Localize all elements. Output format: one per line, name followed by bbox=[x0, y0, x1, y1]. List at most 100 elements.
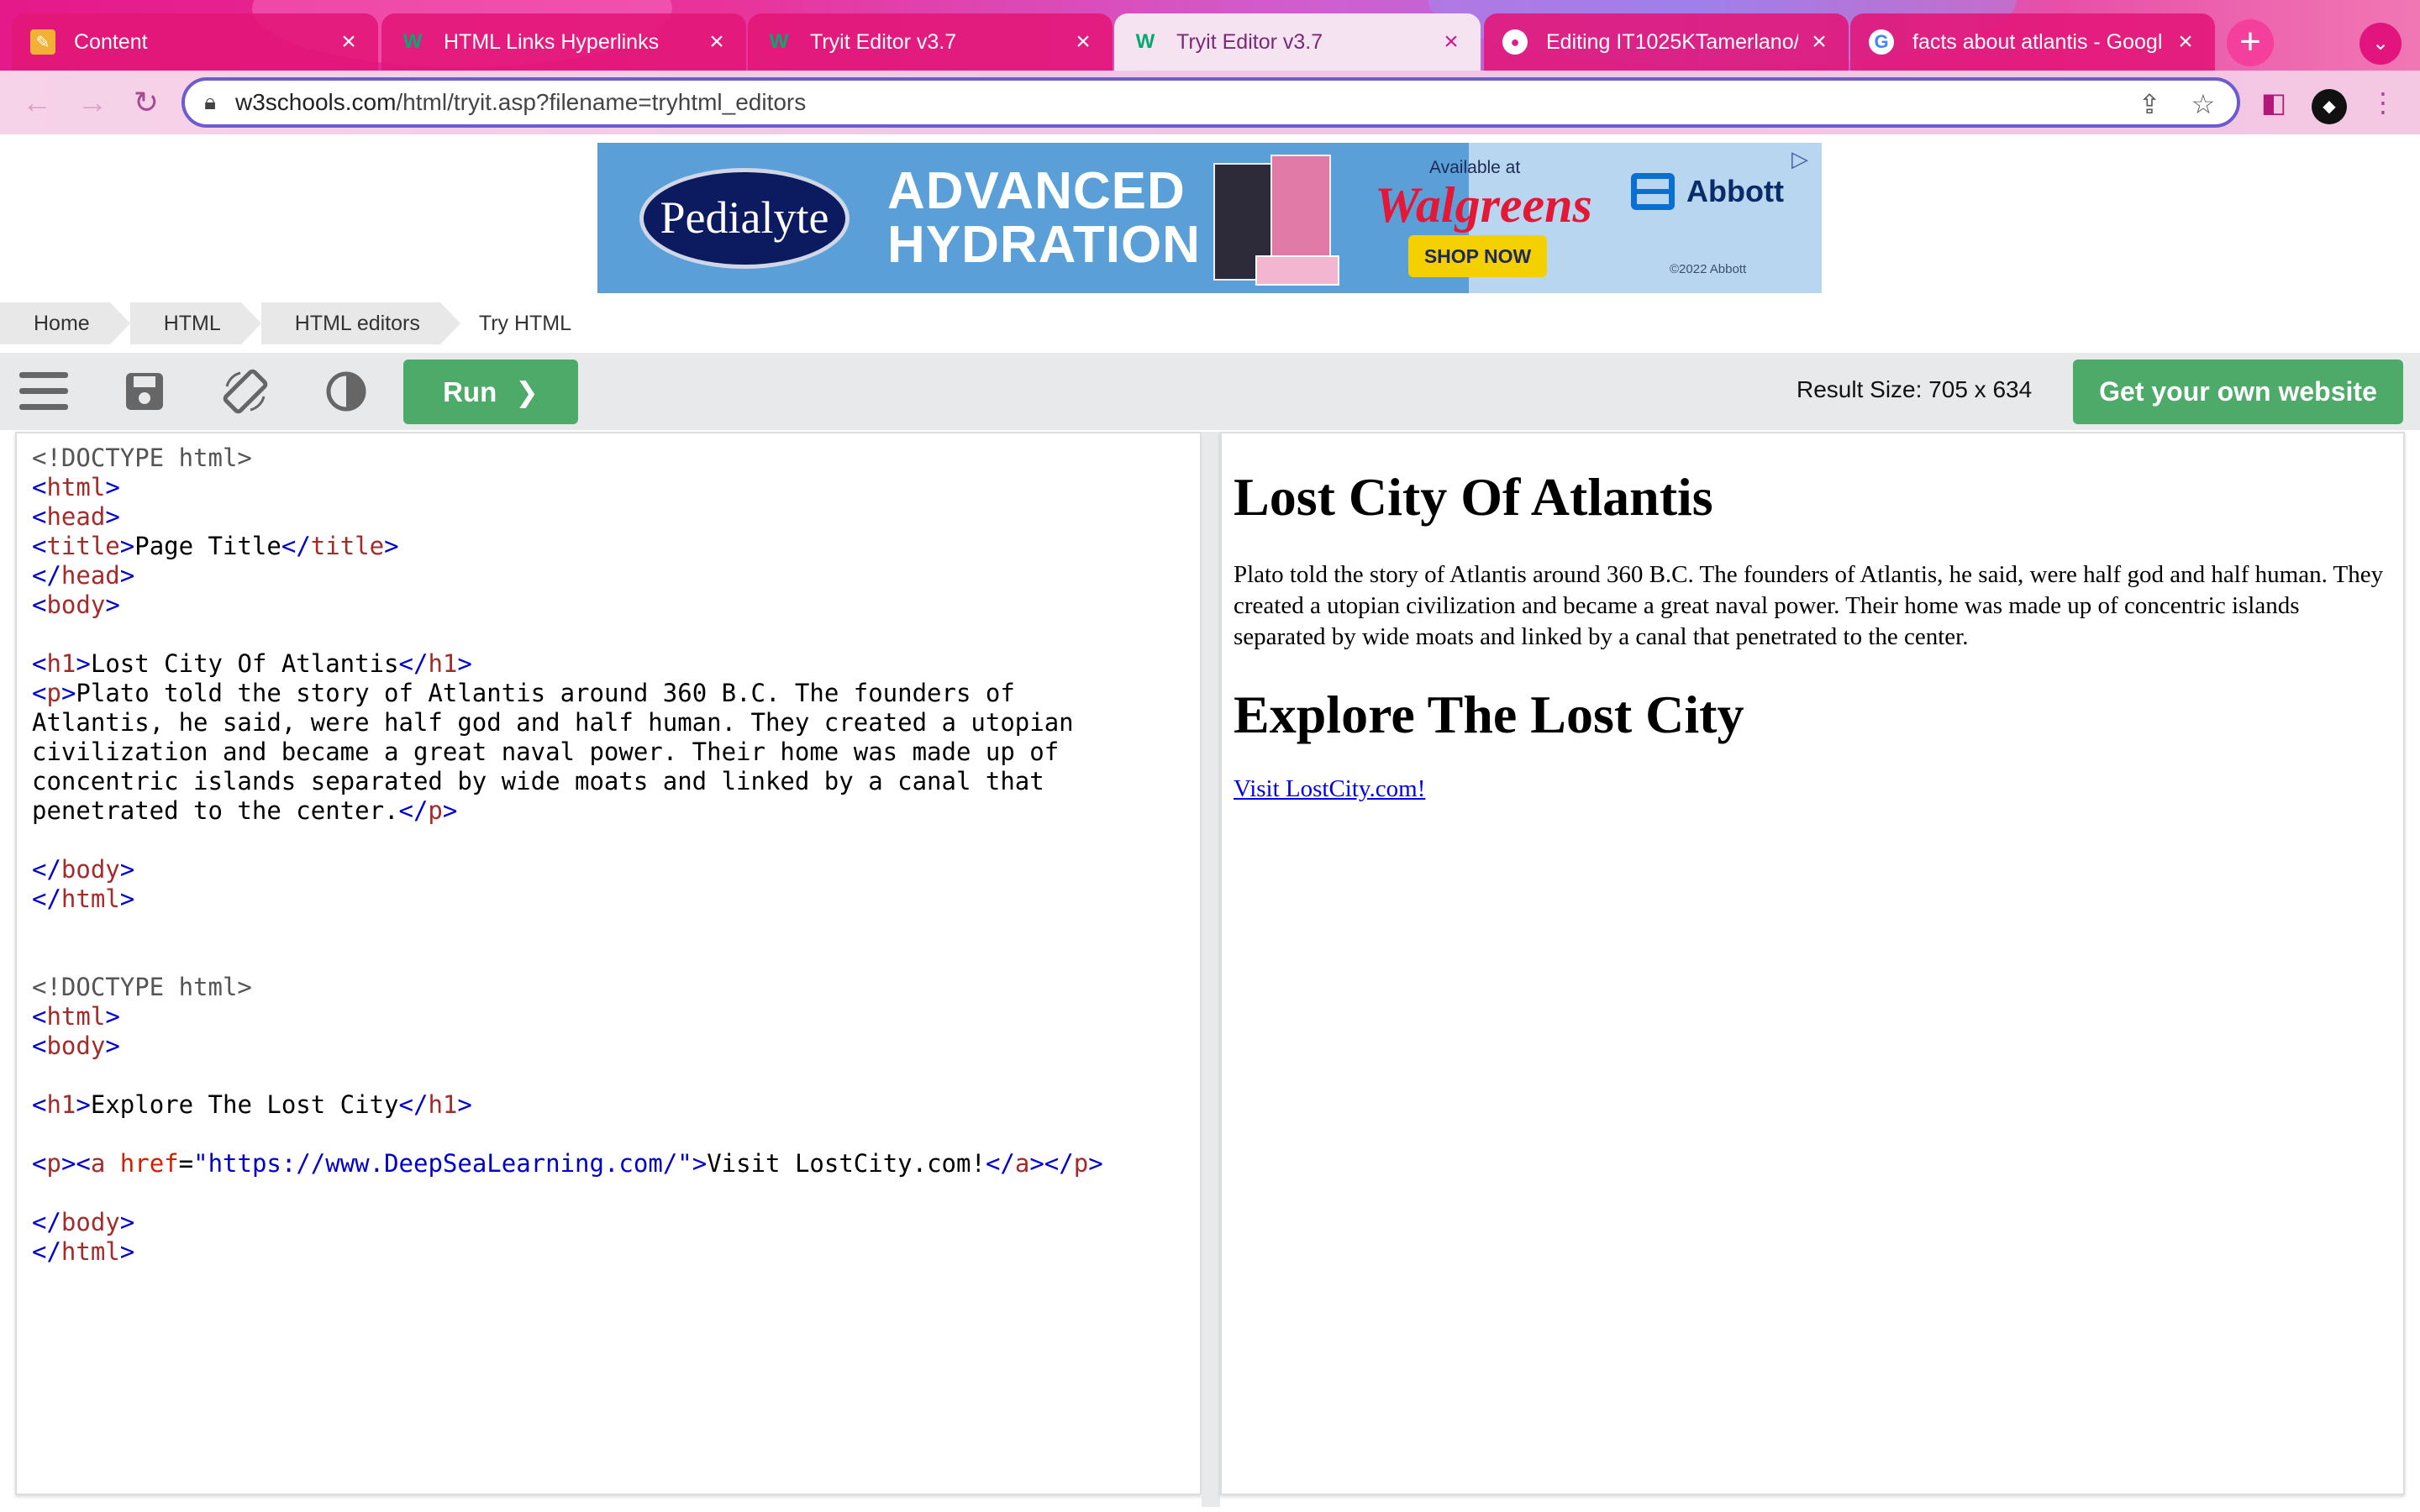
tab-github[interactable]: ● Editing IT1025KTamerlano/i × bbox=[1484, 13, 1849, 71]
url-path: /html/tryit.asp?filename=tryhtml_editors bbox=[396, 89, 807, 115]
breadcrumb-html[interactable]: HTML bbox=[129, 302, 261, 344]
ad-sponsor-logo: Abbott bbox=[1631, 173, 1784, 210]
address-bar[interactable]: 🔒︎ w3schools.com/html/tryit.asp?filename… bbox=[182, 77, 2240, 128]
code-token: </ bbox=[32, 1237, 61, 1266]
code-token: </ bbox=[281, 532, 311, 560]
code-line[interactable] bbox=[32, 914, 1103, 943]
close-icon[interactable]: × bbox=[1439, 29, 1464, 55]
code-token: html bbox=[60, 1237, 120, 1266]
adchoices-icon[interactable]: ▷ bbox=[1791, 146, 1808, 172]
close-icon[interactable]: × bbox=[1071, 29, 1096, 55]
code-line[interactable]: <!DOCTYPE html> bbox=[32, 973, 1103, 1002]
w3schools-icon: W bbox=[402, 30, 423, 53]
code-line[interactable] bbox=[32, 943, 1103, 973]
code-line[interactable]: </html> bbox=[32, 1237, 1103, 1267]
code-line[interactable]: </html> bbox=[32, 885, 1103, 914]
get-your-own-website-button[interactable]: Get your own website bbox=[2073, 360, 2403, 424]
code-line[interactable]: civilization and became a great naval po… bbox=[32, 738, 1103, 767]
reload-icon[interactable]: ↻ bbox=[128, 84, 165, 121]
code-line[interactable] bbox=[32, 1179, 1103, 1208]
tab-google[interactable]: G facts about atlantis - Googl × bbox=[1850, 13, 2215, 71]
code-token: > bbox=[457, 1090, 472, 1119]
breadcrumb: Home HTML HTML editors Try HTML bbox=[0, 302, 612, 344]
code-token: title bbox=[310, 532, 385, 560]
code-line[interactable]: <body> bbox=[32, 591, 1103, 620]
code-line[interactable]: <p>Plato told the story of Atlantis arou… bbox=[32, 679, 1103, 708]
pencil-icon: ✎ bbox=[30, 29, 55, 55]
code-line[interactable]: <h1>Explore The Lost City</h1> bbox=[32, 1090, 1103, 1120]
code-token: < bbox=[32, 502, 47, 531]
side-panel-icon[interactable]: ◧ bbox=[2255, 84, 2292, 121]
tab-html-links[interactable]: W HTML Links Hyperlinks × bbox=[381, 13, 746, 71]
share-icon[interactable]: ⇪ bbox=[2133, 87, 2166, 121]
code-line[interactable]: concentric islands separated by wide moa… bbox=[32, 767, 1103, 796]
code-token: < bbox=[32, 473, 47, 501]
code-token: > bbox=[457, 649, 472, 678]
pane-divider[interactable] bbox=[1202, 432, 1220, 1507]
advertisement-banner[interactable]: Pedialyte ADVANCED HYDRATION Available a… bbox=[597, 143, 1822, 293]
code-line[interactable]: <body> bbox=[32, 1032, 1103, 1061]
code-text[interactable]: <!DOCTYPE html> <html> <head> <title>Page T… bbox=[32, 444, 1103, 1267]
code-token: </ bbox=[32, 885, 61, 913]
code-line[interactable] bbox=[32, 620, 1103, 649]
visit-lostcity-link[interactable]: Visit LostCity.com! bbox=[1234, 775, 1425, 802]
save-icon[interactable] bbox=[118, 365, 171, 418]
bookmark-star-icon[interactable]: ☆ bbox=[2186, 87, 2220, 121]
breadcrumb-html-editors[interactable]: HTML editors bbox=[260, 302, 460, 344]
close-icon[interactable]: × bbox=[2173, 29, 2198, 55]
forward-arrow-icon[interactable]: → bbox=[74, 84, 111, 121]
w3schools-icon: W bbox=[1135, 30, 1155, 53]
tab-tryit-active[interactable]: W Tryit Editor v3.7 × bbox=[1114, 13, 1481, 71]
code-line[interactable] bbox=[32, 1120, 1103, 1149]
code-token: < bbox=[32, 679, 47, 707]
code-line[interactable]: <html> bbox=[32, 1002, 1103, 1032]
code-token: > bbox=[119, 855, 135, 884]
breadcrumb-home[interactable]: Home bbox=[0, 302, 130, 344]
result-heading-1: Lost City Of Atlantis bbox=[1234, 467, 1713, 527]
code-token: p bbox=[428, 796, 443, 825]
code-line[interactable]: </body> bbox=[32, 1208, 1103, 1237]
new-tab-button[interactable]: + bbox=[2227, 19, 2274, 66]
tab-search-button[interactable]: ⌄ bbox=[2360, 23, 2402, 65]
close-icon[interactable]: × bbox=[704, 29, 729, 55]
code-line[interactable] bbox=[32, 826, 1103, 855]
code-editor[interactable]: <!DOCTYPE html> <html> <head> <title>Page T… bbox=[15, 432, 1202, 1495]
code-token: > bbox=[119, 885, 135, 913]
theme-toggle-icon[interactable] bbox=[319, 365, 373, 418]
result-document: Lost City Of Atlantis Plato told the sto… bbox=[1234, 467, 2393, 805]
run-label: Run bbox=[443, 375, 497, 407]
code-line[interactable]: <head> bbox=[32, 502, 1103, 532]
run-button[interactable]: Run ❯ bbox=[403, 360, 578, 424]
back-arrow-icon[interactable]: ← bbox=[18, 84, 55, 121]
code-line[interactable]: <h1>Lost City Of Atlantis</h1> bbox=[32, 649, 1103, 679]
close-icon[interactable]: × bbox=[1807, 29, 1832, 55]
close-icon[interactable]: × bbox=[336, 29, 361, 55]
code-token: penetrated to the center. bbox=[32, 796, 399, 825]
code-line[interactable]: </body> bbox=[32, 855, 1103, 885]
code-line[interactable]: </head> bbox=[32, 561, 1103, 591]
code-token: a bbox=[90, 1149, 106, 1178]
code-token: concentric islands separated by wide moa… bbox=[32, 767, 1044, 795]
code-line[interactable]: <title>Page Title</title> bbox=[32, 532, 1103, 561]
menu-kebab-icon[interactable]: ⋮ bbox=[2365, 84, 2402, 121]
code-line[interactable] bbox=[32, 1061, 1103, 1090]
code-token: > bbox=[442, 796, 458, 825]
tab-content[interactable]: ✎ Content × bbox=[12, 13, 378, 71]
ad-headline-line: ADVANCED bbox=[887, 162, 1186, 220]
code-token: "https://www.DeepSeaLearning.com/" bbox=[193, 1149, 692, 1178]
code-line[interactable]: <!DOCTYPE html> bbox=[32, 444, 1103, 473]
code-line[interactable]: penetrated to the center.</p> bbox=[32, 796, 1103, 826]
code-token: > bbox=[119, 1208, 135, 1236]
result-size-label: Result Size: 705 x 634 bbox=[1797, 376, 2033, 402]
code-line[interactable]: Atlantis, he said, were half god and hal… bbox=[32, 708, 1103, 738]
tab-title: facts about atlantis - Googl bbox=[1912, 29, 2163, 54]
rotate-orientation-icon[interactable] bbox=[218, 365, 272, 418]
tab-tryit-1[interactable]: W Tryit Editor v3.7 × bbox=[748, 13, 1113, 71]
code-line[interactable]: <html> bbox=[32, 473, 1103, 502]
code-token: </ bbox=[398, 1090, 429, 1119]
code-token: h1 bbox=[46, 649, 76, 678]
menu-icon[interactable] bbox=[17, 365, 71, 418]
ad-shop-now-button[interactable]: SHOP NOW bbox=[1408, 235, 1547, 277]
code-line[interactable]: <p><a href="https://www.DeepSeaLearning.… bbox=[32, 1149, 1103, 1179]
avatar[interactable]: ◆ bbox=[2311, 84, 2348, 124]
